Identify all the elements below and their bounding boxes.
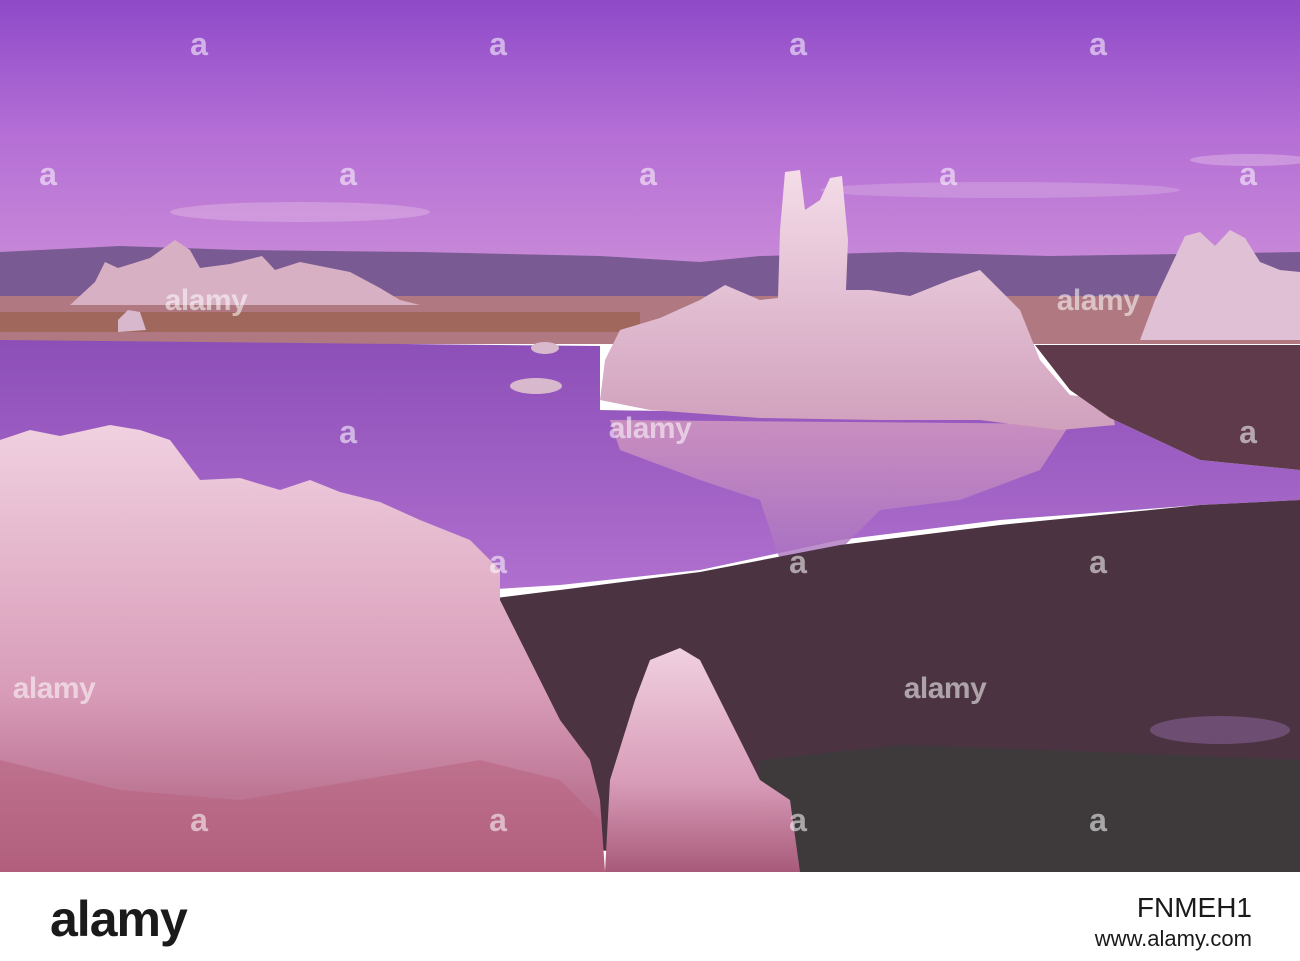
watermark-letter: a <box>789 544 807 580</box>
watermark-letter: a <box>489 802 507 838</box>
cloud <box>820 182 1180 198</box>
cloud <box>170 202 430 222</box>
lake-rock <box>510 378 562 394</box>
watermark-letter: a <box>1089 544 1107 580</box>
watermark-word: alamy <box>1056 284 1140 317</box>
watermark-letter: a <box>639 156 657 192</box>
watermark-letter: a <box>489 26 507 62</box>
watermark-word: alamy <box>608 412 692 445</box>
image-id: FNMEH1 <box>1136 892 1252 923</box>
far-flats <box>0 312 640 332</box>
watermark-letter: a <box>339 156 357 192</box>
watermark-letter: a <box>789 26 807 62</box>
watermark-letter: a <box>39 156 57 192</box>
watermark-letter: a <box>489 544 507 580</box>
alamy-logo: alamy <box>50 891 188 947</box>
image-stage: a a a a a a a a a alamy alamy a alamy a … <box>0 0 1300 961</box>
site-url: www.alamy.com <box>1094 926 1252 951</box>
watermark-letter: a <box>190 26 208 62</box>
watermark-letter: a <box>939 156 957 192</box>
watermark-letter: a <box>190 802 208 838</box>
puddle <box>1150 716 1290 744</box>
watermark-letter: a <box>789 802 807 838</box>
lake-rock <box>531 342 559 354</box>
landscape-photo: a a a a a a a a a alamy alamy a alamy a … <box>0 0 1300 872</box>
watermark-word: alamy <box>903 672 987 705</box>
stock-footer-bar: alamy FNMEH1 www.alamy.com <box>0 872 1300 961</box>
watermark-letter: a <box>1239 414 1257 450</box>
watermark-word: alamy <box>164 284 248 317</box>
watermark-letter: a <box>1089 802 1107 838</box>
watermark-letter: a <box>1089 26 1107 62</box>
grass-patch <box>760 745 1300 872</box>
watermark-letter: a <box>1239 156 1257 192</box>
watermark-letter: a <box>339 414 357 450</box>
watermark-word: alamy <box>12 672 96 705</box>
